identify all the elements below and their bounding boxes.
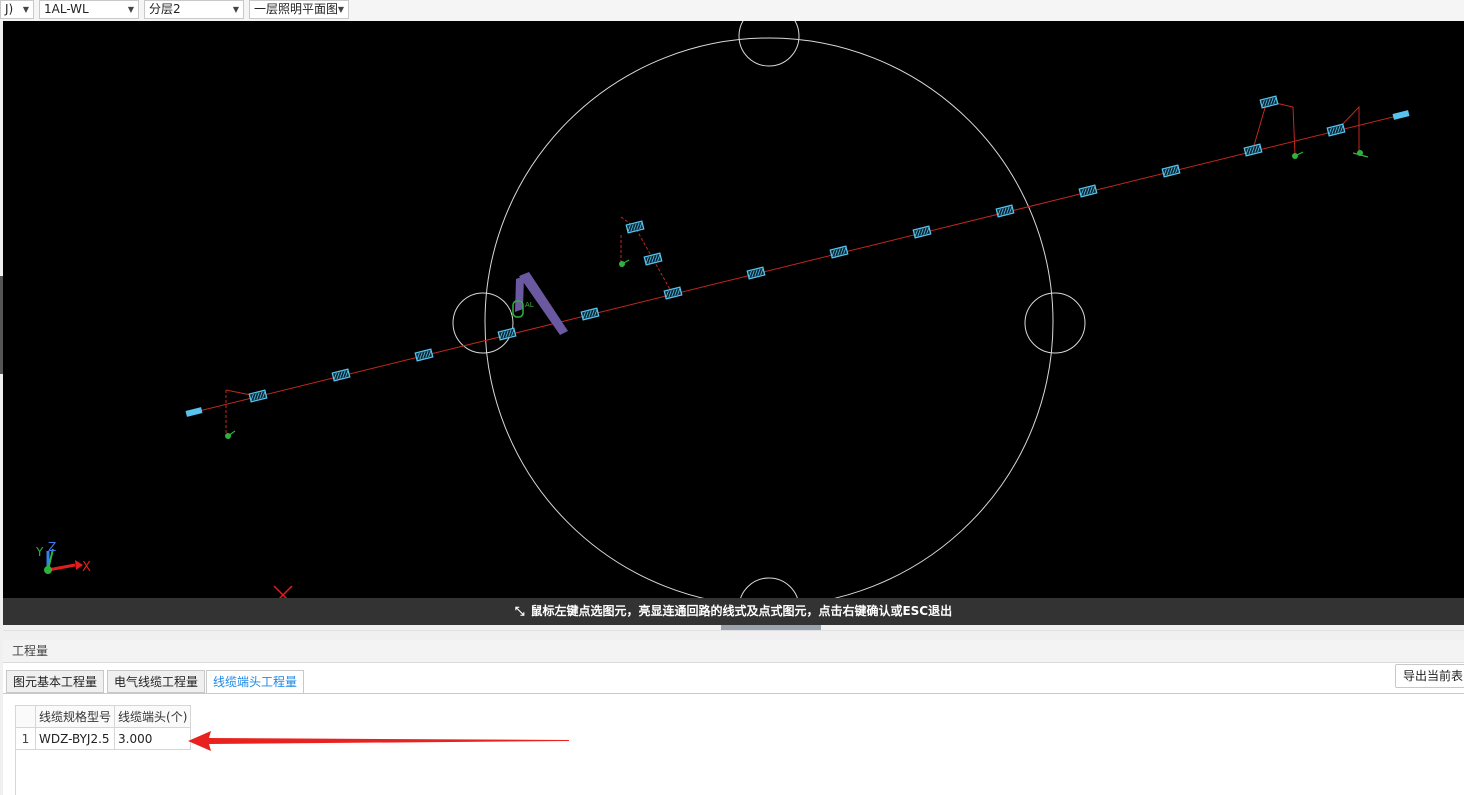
light-fixture-icon[interactable] — [643, 252, 663, 266]
select-cursor-icon: ⤡ — [514, 604, 525, 618]
light-fixture-icon[interactable] — [1161, 164, 1181, 178]
light-fixture-icon[interactable] — [497, 327, 517, 341]
wire-end-cap[interactable] — [1392, 110, 1410, 120]
terminal-table: 线缆规格型号 线缆端头(个) 1 WDZ-BYJ2.5 3.000 — [15, 705, 192, 750]
light-fixture-icon[interactable] — [663, 286, 683, 300]
cell-model[interactable]: WDZ-BYJ2.5 — [34, 727, 116, 750]
column-header-model[interactable]: 线缆规格型号 — [34, 705, 116, 728]
layer-combo-value: 分层2 — [149, 2, 181, 16]
tab-divider — [3, 693, 1464, 694]
circuit-combo-value: 1AL-WL — [44, 2, 89, 16]
switch-icon[interactable] — [1352, 150, 1369, 158]
status-hint-text: 鼠标左键点选图元，亮显连通回路的线式及点式图元，点击右键确认或ESC退出 — [530, 604, 953, 618]
light-fixture-icon[interactable] — [1078, 184, 1098, 198]
light-fixture-icon[interactable] — [746, 266, 766, 280]
light-fixture-icon[interactable] — [1243, 143, 1263, 157]
axis-y-label: Y — [35, 545, 44, 559]
tab-element-basic[interactable]: 图元基本工程量 — [6, 670, 105, 693]
column-header-count[interactable]: 线缆端头(个) — [114, 705, 192, 728]
light-fixture-icon[interactable] — [580, 307, 600, 321]
export-table-button[interactable]: 导出当前表 — [1395, 664, 1464, 688]
row-number: 1 — [15, 727, 36, 750]
building-outline-circle — [484, 37, 1054, 607]
light-fixture-icon[interactable] — [248, 389, 268, 403]
panel-title: 工程量 — [3, 640, 1464, 663]
panel-label: AL — [525, 301, 534, 309]
chevron-down-icon: ▼ — [337, 5, 344, 14]
layer-combo[interactable]: 分层2 ▼ — [144, 0, 244, 19]
axis-x-label: X — [82, 560, 91, 575]
table-border — [15, 748, 16, 795]
view-combo-value: J) — [5, 2, 14, 16]
small-circle-left — [452, 292, 514, 354]
switch-icon[interactable] — [1292, 151, 1304, 159]
main-wire[interactable] — [190, 114, 1402, 414]
tab-cable-quantity[interactable]: 电气线缆工程量 — [107, 670, 206, 693]
axis-gizmo-icon: X Y Z — [35, 540, 91, 575]
light-fixture-icon[interactable] — [331, 368, 351, 382]
light-fixture-icon[interactable] — [995, 204, 1015, 218]
view-combo[interactable]: J) ▼ — [0, 0, 34, 19]
quantity-panel: 工程量 图元基本工程量 电气线缆工程量 线缆端头工程量 导出当前表 线缆规格型号… — [3, 640, 1464, 795]
small-circle-top — [738, 21, 800, 67]
light-fixture-icon[interactable] — [829, 245, 849, 259]
chevron-down-icon: ▼ — [22, 5, 29, 14]
drawing-combo-value: 一层照明平面图 — [254, 2, 339, 16]
table-header-row: 线缆规格型号 线缆端头(个) — [15, 705, 192, 728]
status-hint-bar: ⤡ 鼠标左键点选图元，亮显连通回路的线式及点式图元，点击右键确认或ESC退出 — [3, 598, 1464, 625]
annotation-arrow — [188, 731, 569, 751]
axis-z-label: Z — [48, 540, 56, 554]
cell-count[interactable]: 3.000 — [114, 727, 192, 750]
chevron-down-icon: ▼ — [232, 5, 239, 14]
light-fixture-icon[interactable] — [1326, 123, 1346, 137]
circuit-combo[interactable]: 1AL-WL ▼ — [39, 0, 139, 19]
chevron-down-icon: ▼ — [127, 5, 134, 14]
cad-viewport[interactable]: AL X Y Z ⤡ 鼠标左键点选图元，亮显连通回路的线式及点式图元，点击右键确认… — [3, 21, 1464, 625]
light-fixture-icon[interactable] — [1259, 95, 1279, 109]
row-number-header — [15, 705, 36, 728]
small-circle-right — [1024, 292, 1086, 354]
table-row[interactable]: 1 WDZ-BYJ2.5 3.000 — [15, 727, 192, 750]
light-fixture-icon[interactable] — [625, 220, 645, 234]
drawing-combo[interactable]: 一层照明平面图 ▼ — [249, 0, 349, 19]
tab-cable-terminal[interactable]: 线缆端头工程量 — [206, 670, 305, 694]
wire-end-cap[interactable] — [185, 407, 203, 417]
cad-drawing[interactable]: AL X Y Z — [3, 21, 1464, 625]
fixtures-group — [248, 95, 1346, 403]
light-fixture-icon[interactable] — [414, 348, 434, 362]
light-fixture-icon[interactable] — [912, 225, 932, 239]
top-toolbar: J) ▼ 1AL-WL ▼ 分层2 ▼ 一层照明平面图 ▼ — [0, 0, 1464, 21]
